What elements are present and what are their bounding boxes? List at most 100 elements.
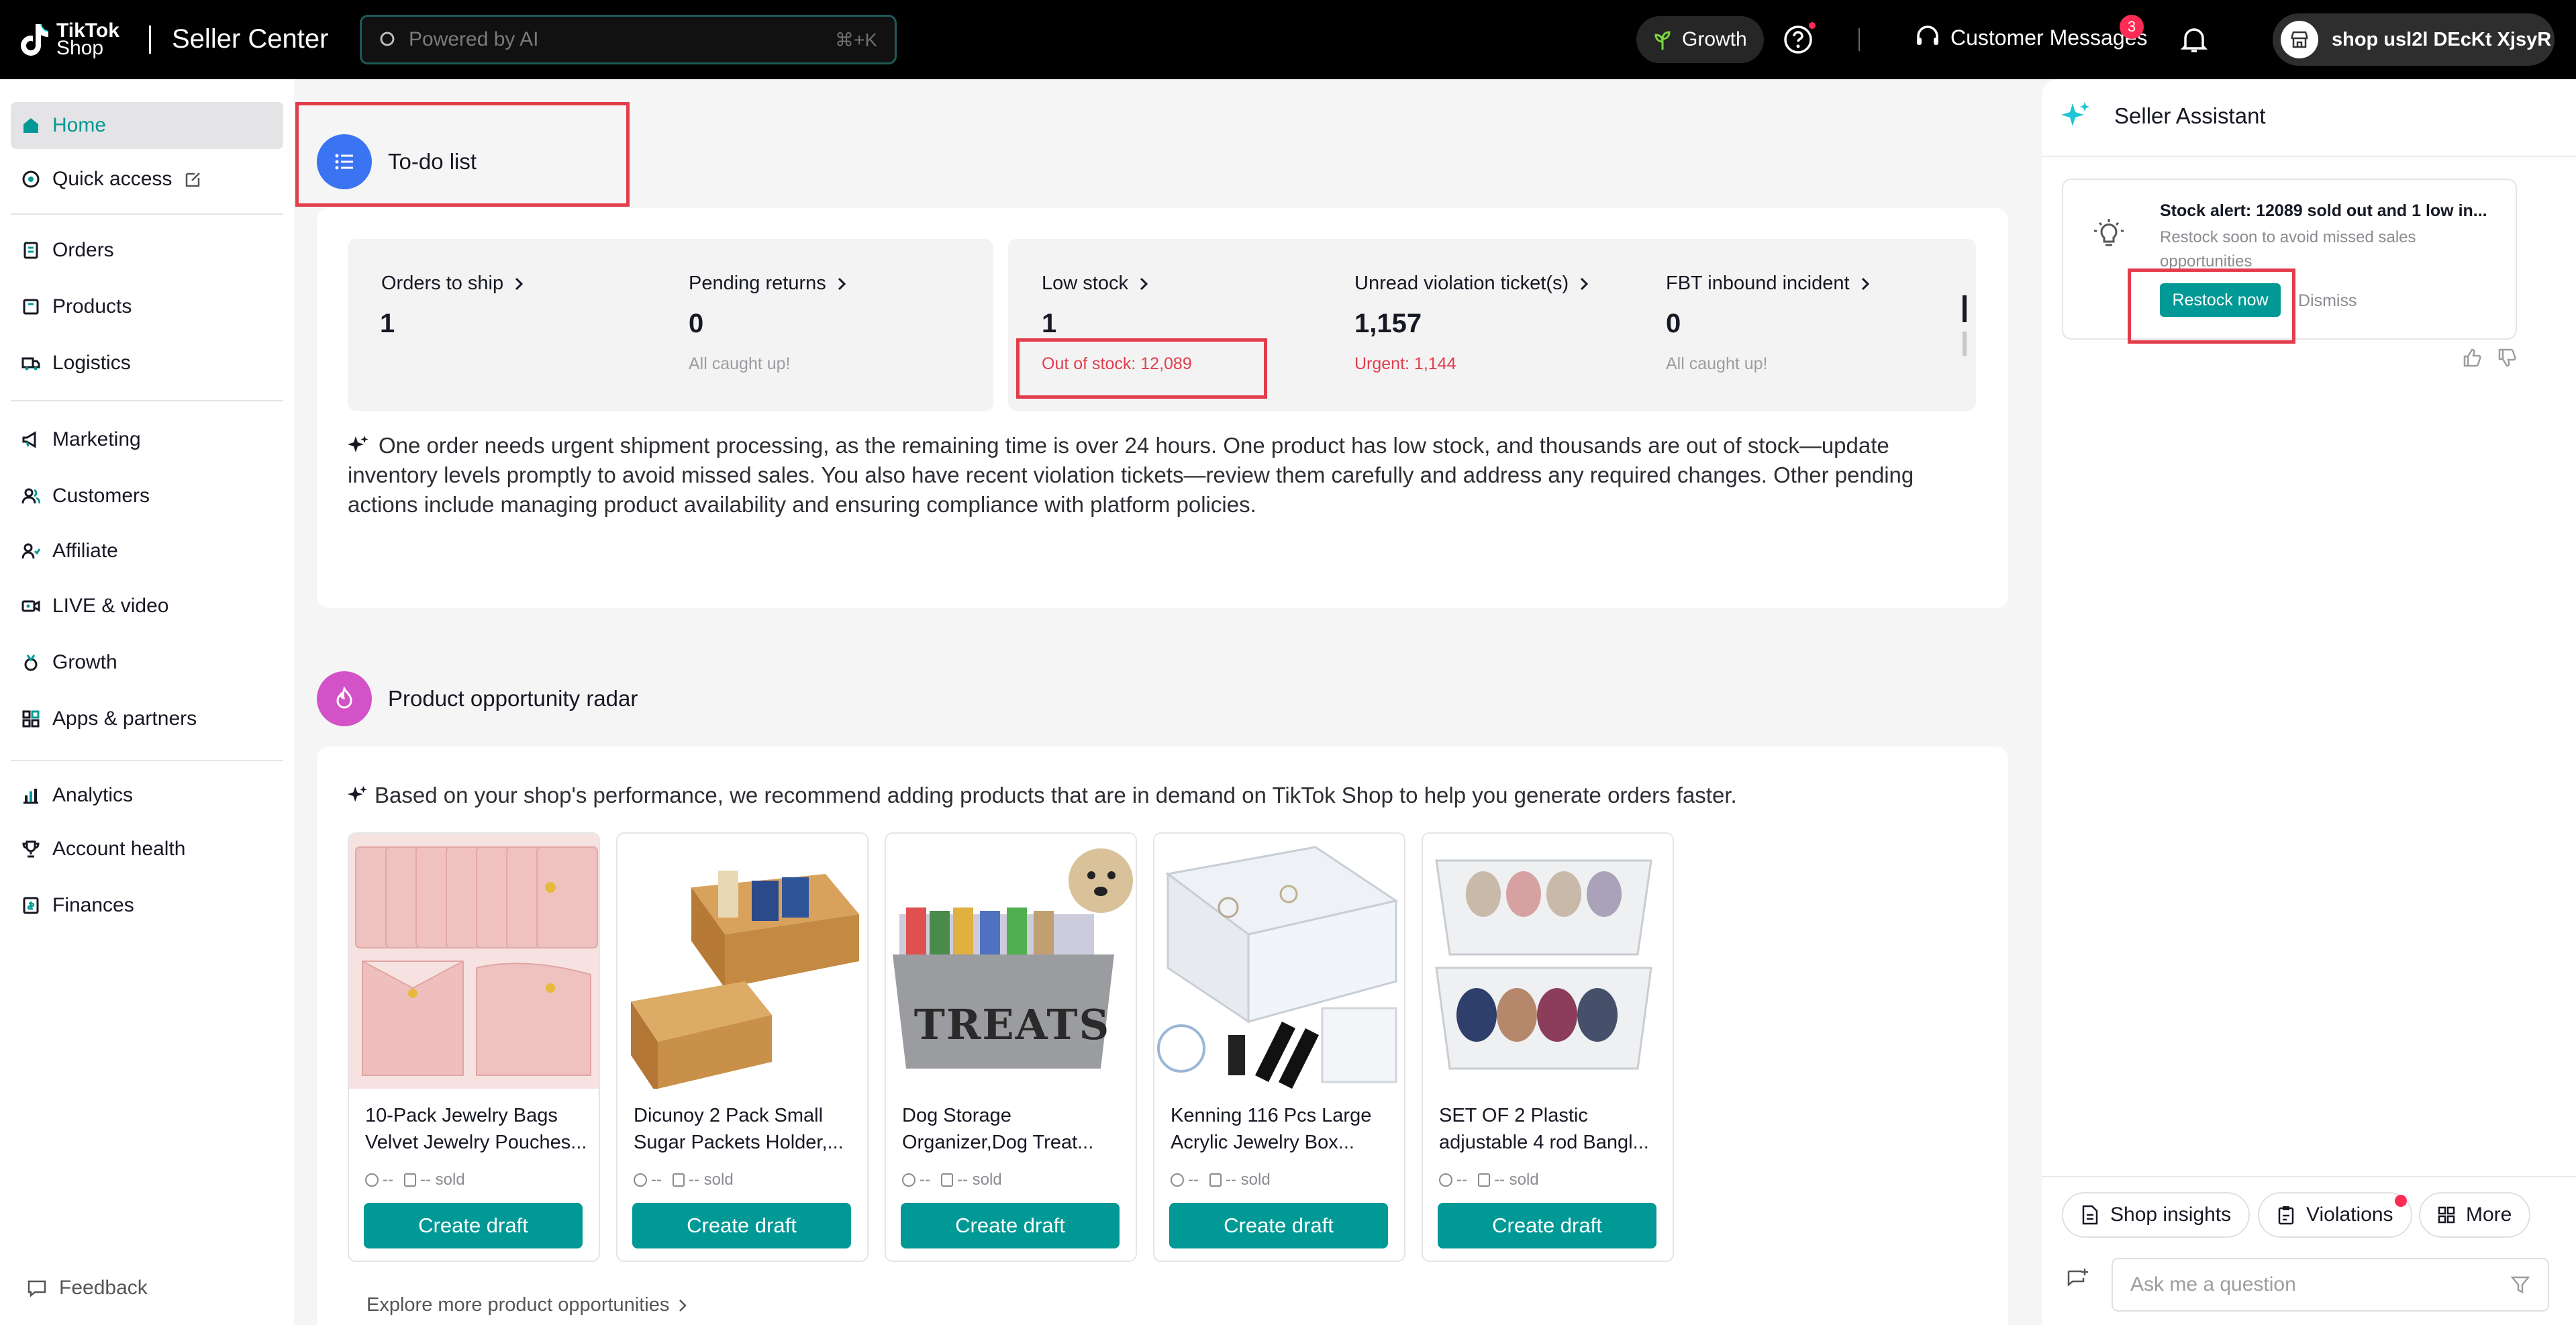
product-card[interactable]: 10-Pack Jewelry Bags Velvet Jewelry Pouc… xyxy=(348,832,600,1262)
customer-messages-label: Customer Messages xyxy=(1950,25,2148,50)
dismiss-button[interactable]: Dismiss xyxy=(2298,291,2357,311)
sidebar-item-affiliate[interactable]: Affiliate xyxy=(11,528,283,575)
alert-description: Restock soon to avoid missed sales oppor… xyxy=(2160,228,2416,271)
highlight-box-restock xyxy=(2128,268,2295,344)
stat-value: 0 xyxy=(689,309,704,338)
sidebar-divider xyxy=(11,760,283,761)
quick-access-icon xyxy=(22,170,40,188)
product-card[interactable]: SET OF 2 Plastic adjustable 4 rod Bangl.… xyxy=(1422,832,1674,1262)
product-card[interactable]: TREATS Dog Storage Organizer,Dog Treat..… xyxy=(885,832,1137,1262)
edit-icon[interactable] xyxy=(184,170,203,189)
shop-name: shop usl2l DEcKt XjsyR xyxy=(2332,28,2552,50)
create-draft-button[interactable]: Create draft xyxy=(1169,1203,1388,1248)
sidebar-item-orders[interactable]: Orders xyxy=(11,227,283,274)
shop-insights-chip[interactable]: Shop insights xyxy=(2062,1192,2250,1238)
sold-bag-icon xyxy=(940,1173,953,1187)
stat-unread-violation-tickets[interactable]: Unread violation ticket(s) xyxy=(1354,273,1589,295)
stat-label-text: Orders to ship xyxy=(381,273,504,294)
product-sold: -- sold xyxy=(956,1171,1002,1189)
product-price: -- xyxy=(920,1171,930,1189)
analytics-icon xyxy=(23,789,38,804)
violations-chip[interactable]: Violations xyxy=(2258,1192,2412,1238)
stat-subtext: All caught up! xyxy=(1666,354,1768,373)
more-chip[interactable]: More xyxy=(2419,1192,2531,1238)
sidebar-item-label: Home xyxy=(52,114,107,136)
stat-value: 1,157 xyxy=(1354,309,1422,338)
stat-label-text: Pending returns xyxy=(689,273,826,294)
feedback-thumbs xyxy=(2462,348,2517,368)
product-name: 10-Pack Jewelry Bags Velvet Jewelry Pouc… xyxy=(365,1105,587,1153)
sidebar-item-label: Orders xyxy=(52,239,114,261)
chip-label: Shop insights xyxy=(2110,1204,2232,1226)
product-image-bangle-set xyxy=(1423,834,1673,1089)
sidebar-item-quick-access[interactable]: Quick access xyxy=(11,156,283,203)
sidebar-item-label: Affiliate xyxy=(52,540,118,562)
sidebar-item-home[interactable]: Home xyxy=(11,102,283,149)
growth-button[interactable]: Growth xyxy=(1636,16,1764,63)
feedback-label: Feedback xyxy=(59,1277,148,1299)
product-image-acrylic-box xyxy=(1154,834,1404,1089)
create-draft-button[interactable]: Create draft xyxy=(1438,1203,1656,1248)
customer-messages-button[interactable]: Customer Messages xyxy=(1914,24,2147,51)
stat-fbt-inbound-incident[interactable]: FBT inbound incident xyxy=(1666,273,1870,295)
document-icon xyxy=(2082,1205,2098,1225)
product-image-dog-storage: TREATS xyxy=(886,834,1136,1089)
logo-separator xyxy=(149,26,151,54)
thumbs-up-icon[interactable] xyxy=(2462,348,2482,368)
product-meta: -- -- sold xyxy=(365,1171,465,1189)
sidebar-item-marketing[interactable]: Marketing xyxy=(11,416,283,463)
sidebar-item-customers[interactable]: Customers xyxy=(11,473,283,520)
products-icon xyxy=(23,299,39,315)
product-image-label: TREATS xyxy=(913,1000,1111,1049)
shop-account-menu[interactable]: shop usl2l DEcKt XjsyR xyxy=(2273,13,2555,66)
orders-icon xyxy=(23,242,38,259)
thumbs-down-icon[interactable] xyxy=(2497,348,2517,368)
create-draft-button[interactable]: Create draft xyxy=(901,1203,1120,1248)
app-title: Seller Center xyxy=(172,24,329,54)
stat-pending-returns[interactable]: Pending returns xyxy=(689,273,846,295)
logo-wordmark: TikTok Shop xyxy=(56,21,119,58)
explore-more-link[interactable]: Explore more product opportunities xyxy=(366,1294,687,1316)
stat-orders-to-ship[interactable]: Orders to ship xyxy=(381,273,524,295)
sidebar-item-logistics[interactable]: Logistics xyxy=(11,340,283,387)
sidebar-item-account-health[interactable]: Account health xyxy=(11,826,283,873)
product-sold: -- sold xyxy=(1225,1171,1271,1189)
violations-notification-dot xyxy=(2395,1195,2407,1207)
tiktok-shop-logo[interactable]: TikTok Shop xyxy=(20,20,119,59)
product-meta: -- -- sold xyxy=(634,1171,734,1189)
sidebar-item-label: Marketing xyxy=(52,428,141,450)
create-draft-button[interactable]: Create draft xyxy=(632,1203,851,1248)
bamboo-holder-image xyxy=(631,871,859,1089)
growth-label: Growth xyxy=(1682,28,1747,50)
product-sold: -- sold xyxy=(1493,1171,1539,1189)
search-input[interactable]: Powered by AI ⌘+K xyxy=(360,15,897,64)
sidebar-item-live-video[interactable]: LIVE & video xyxy=(11,583,283,630)
stat-scrollbar-thumb[interactable] xyxy=(1963,295,1967,322)
assistant-footer-divider xyxy=(2042,1176,2576,1177)
product-sold: -- sold xyxy=(419,1171,465,1189)
create-draft-button[interactable]: Create draft xyxy=(364,1203,583,1248)
bell-icon[interactable] xyxy=(2179,24,2210,55)
stat-low-stock[interactable]: Low stock xyxy=(1042,273,1148,295)
sold-bag-icon xyxy=(403,1173,416,1187)
stat-value: 0 xyxy=(1666,309,1681,338)
sidebar-item-apps-partners[interactable]: Apps & partners xyxy=(11,695,283,742)
price-icon xyxy=(902,1173,915,1187)
product-card[interactable]: Kenning 116 Pcs Large Acrylic Jewelry Bo… xyxy=(1153,832,1405,1262)
growth-leaf-icon xyxy=(1654,31,1671,50)
sidebar-item-analytics[interactable]: Analytics xyxy=(11,772,283,819)
product-card[interactable]: Dicunoy 2 Pack Small Sugar Packets Holde… xyxy=(616,832,869,1262)
feedback-button[interactable]: Feedback xyxy=(27,1277,148,1299)
sidebar-item-label: Account health xyxy=(52,838,186,860)
sidebar-item-growth[interactable]: Growth xyxy=(11,639,283,686)
sold-bag-icon xyxy=(672,1173,685,1187)
send-icon[interactable] xyxy=(2510,1275,2530,1295)
sparkle-icon xyxy=(348,785,367,802)
product-meta: -- -- sold xyxy=(1439,1171,1539,1189)
sidebar-item-finances[interactable]: Finances xyxy=(11,882,283,929)
new-chat-icon[interactable] xyxy=(2066,1267,2090,1291)
price-icon xyxy=(1439,1173,1452,1187)
ask-question-input[interactable]: Ask me a question xyxy=(2112,1258,2549,1312)
product-sold: -- sold xyxy=(688,1171,734,1189)
sidebar-item-products[interactable]: Products xyxy=(11,283,283,330)
